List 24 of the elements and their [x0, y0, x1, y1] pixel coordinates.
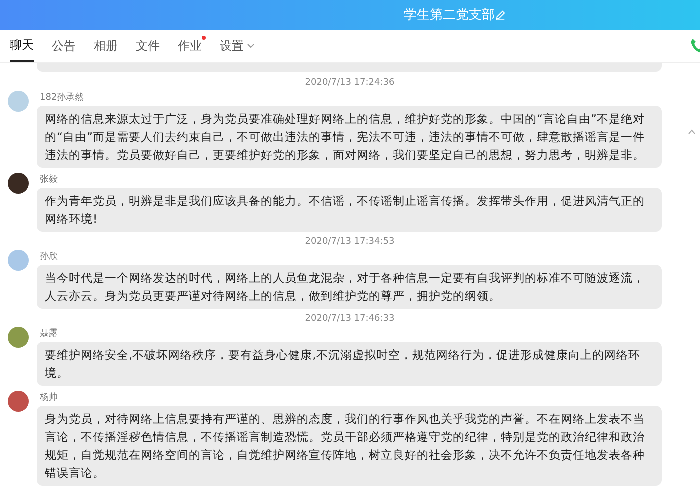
- message-bubble: 作为青年党员，明辨是非是我们应该具备的能力。不信谣，不传谣制止谣言传播。发挥带头作用，促进风清气正的网络环境!: [37, 188, 662, 232]
- group-title: 学生第二党支部: [404, 7, 495, 24]
- scroll-up-icon[interactable]: [688, 129, 696, 135]
- sender-name: 张毅: [40, 174, 59, 186]
- message-bubble: 身为党员，对待网络上信息要持有严谨的、思辨的态度，我们的行事作风也关乎我党的声誉。不在网络上发表不当言论，不传播淫秽色情信息，不传播谣言制造恐慌。党员干部必须严格遵守党的纪律，特别是党的政治纪律和政治规矩，自觉规范在网络空间的言论，自觉维护网络宣传阵地，树立良好的社会形象，决不允许不负责任地发表各种错误言论。: [37, 406, 662, 486]
- timestamp: 2020/7/13 17:46:33: [304, 314, 395, 324]
- sender-name: 聂露: [40, 328, 59, 340]
- timestamp: 2020/7/13 17:24:36: [304, 78, 395, 88]
- caret-icon: [247, 43, 255, 49]
- sender-name: 孙欣: [40, 250, 59, 263]
- edit-icon[interactable]: [495, 10, 506, 20]
- tab[interactable]: 作业: [178, 32, 202, 60]
- tab[interactable]: 聊天: [10, 30, 34, 62]
- message-bubble: 要维护网络安全,不破坏网络秩序，要有益身心健康,不沉溺虚拟时空，规范网络行为，促进形成健康向上的网络环境。: [37, 342, 662, 386]
- tab[interactable]: 设置: [220, 32, 255, 60]
- sender-name: 杨帅: [40, 392, 59, 404]
- tab[interactable]: 相册: [94, 32, 118, 60]
- tab[interactable]: 公告: [52, 32, 76, 60]
- tab[interactable]: 文件: [136, 32, 160, 60]
- sender-name: 182孙承然: [40, 92, 86, 104]
- phone-icon[interactable]: [690, 38, 700, 54]
- message-bubble: 当今时代是一个网络发达的时代，网络上的人员鱼龙混杂，对于各种信息一定要有自我评判的标准不可随波逐流，人云亦云。身为党员更要严谨对待网络上的信息，做到维护党的尊严，拥护党的纲领。: [37, 265, 662, 309]
- message-bubble: 网络的信息来源太过于广泛，身为党员要准确处理好网络上的信息，维护好党的形象。中国的“言论自由”不是绝对的“自由”而是需要人们去约束自己，不可做出违法的事情，宪法不可违，违法的事情不可做，肆意散播谣言是一件违法的事情。党员要做好自己，更要维护好党的形象，面对网络，我们要坚定自己的思想，努力思考，明辨是非。: [37, 106, 662, 168]
- timestamp: 2020/7/13 17:34:53: [304, 237, 395, 247]
